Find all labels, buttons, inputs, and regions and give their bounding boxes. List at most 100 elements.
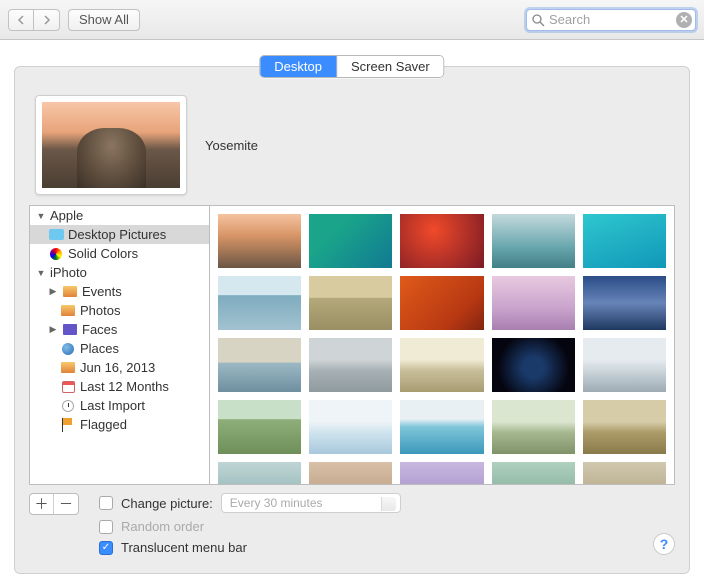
nav-group [8, 9, 60, 31]
wallpaper-thumbnail[interactable] [400, 338, 483, 392]
wallpaper-thumbnail[interactable] [309, 462, 392, 485]
disclosure-right-icon: ▶ [48, 325, 58, 335]
wallpaper-thumbnail[interactable] [309, 338, 392, 392]
wallpaper-thumbnail[interactable] [492, 276, 575, 330]
tab-screensaver[interactable]: Screen Saver [337, 56, 444, 77]
sidebar-item-label: Flagged [80, 417, 127, 432]
add-folder-button[interactable]: ＋ [30, 494, 54, 514]
sidebar-item-label: Last 12 Months [80, 379, 169, 394]
wallpaper-thumbnail[interactable] [309, 214, 392, 268]
chevron-left-icon [17, 15, 25, 25]
sidebar-item-date-album[interactable]: Jun 16, 2013 [30, 358, 209, 377]
album-icon [60, 361, 76, 375]
wallpaper-thumbnail[interactable] [218, 276, 301, 330]
sidebar-item-label: Solid Colors [68, 246, 138, 261]
calendar-icon [60, 380, 76, 394]
album-icon [62, 285, 78, 299]
wallpaper-name-label: Yosemite [205, 138, 258, 153]
translucent-row: ✓ Translucent menu bar [99, 540, 633, 555]
remove-folder-button[interactable]: － [54, 494, 78, 514]
options-column: Change picture: Every 30 minutes ▴▾ Rand… [99, 493, 633, 555]
sidebar-item-events[interactable]: ▶ Events [30, 282, 209, 301]
segmented-tabs: Desktop Screen Saver [259, 55, 444, 78]
sidebar-group-label: iPhoto [50, 265, 87, 280]
sidebar-group-iphoto[interactable]: ▼ iPhoto [30, 263, 209, 282]
wallpaper-thumbnail[interactable] [492, 462, 575, 485]
disclosure-down-icon: ▼ [36, 211, 46, 221]
help-button[interactable]: ? [653, 533, 675, 555]
sidebar-item-last-12-months[interactable]: Last 12 Months [30, 377, 209, 396]
sidebar-item-label: Last Import [80, 398, 145, 413]
sidebar-item-flagged[interactable]: Flagged [30, 415, 209, 434]
folder-icon [48, 228, 64, 242]
wallpaper-thumbnail[interactable] [218, 338, 301, 392]
wallpaper-thumbnail[interactable] [400, 214, 483, 268]
prefpane-panel: Desktop Screen Saver Yosemite ▼ Apple De… [14, 66, 690, 574]
wallpaper-preview-image [42, 102, 180, 188]
wallpaper-thumbnail[interactable] [583, 400, 666, 454]
wallpaper-thumbnail[interactable] [583, 338, 666, 392]
sidebar-item-label: Faces [82, 322, 117, 337]
interval-value: Every 30 minutes [230, 496, 323, 510]
add-remove-group: ＋ － [29, 493, 79, 515]
source-browser: ▼ Apple Desktop Pictures Solid Colors ▼ … [29, 205, 675, 485]
sidebar-item-solid-colors[interactable]: Solid Colors [30, 244, 209, 263]
globe-icon [60, 342, 76, 356]
random-order-row: Random order [99, 519, 633, 534]
random-order-checkbox[interactable] [99, 520, 113, 534]
clock-icon [60, 399, 76, 413]
window-toolbar: Show All ✕ [0, 0, 704, 40]
bottom-controls: ＋ － Change picture: Every 30 minutes ▴▾ … [15, 485, 689, 563]
sidebar-item-label: Desktop Pictures [68, 227, 166, 242]
change-picture-row: Change picture: Every 30 minutes ▴▾ [99, 493, 633, 513]
disclosure-right-icon: ▶ [48, 287, 58, 297]
clear-search-icon[interactable]: ✕ [676, 12, 692, 28]
wallpaper-thumbnail[interactable] [309, 400, 392, 454]
change-picture-label: Change picture: [121, 496, 213, 511]
search-icon [531, 13, 545, 27]
wallpaper-preview-frame [35, 95, 187, 195]
sidebar-item-desktop-pictures[interactable]: Desktop Pictures [30, 225, 209, 244]
wallpaper-thumbnail[interactable] [218, 214, 301, 268]
wallpaper-thumbnail[interactable] [583, 214, 666, 268]
sidebar-item-label: Events [82, 284, 122, 299]
source-sidebar: ▼ Apple Desktop Pictures Solid Colors ▼ … [29, 205, 209, 485]
wallpaper-thumbnail[interactable] [400, 276, 483, 330]
change-picture-checkbox[interactable] [99, 496, 113, 510]
back-button[interactable] [8, 9, 34, 31]
sidebar-group-label: Apple [50, 208, 83, 223]
wallpaper-thumbnail[interactable] [309, 276, 392, 330]
interval-select[interactable]: Every 30 minutes ▴▾ [221, 493, 401, 513]
faces-icon [62, 323, 78, 337]
show-all-button[interactable]: Show All [68, 9, 140, 31]
translucent-checkbox[interactable]: ✓ [99, 541, 113, 555]
sidebar-item-label: Jun 16, 2013 [80, 360, 155, 375]
wallpaper-thumbnail[interactable] [218, 462, 301, 485]
tab-desktop[interactable]: Desktop [260, 56, 337, 77]
sidebar-item-places[interactable]: Places [30, 339, 209, 358]
forward-button[interactable] [34, 9, 60, 31]
sidebar-group-apple[interactable]: ▼ Apple [30, 206, 209, 225]
wallpaper-thumbnail[interactable] [400, 400, 483, 454]
search-field-wrap: ✕ [526, 9, 696, 31]
wallpaper-thumbnail[interactable] [492, 338, 575, 392]
search-input[interactable] [526, 9, 696, 31]
thumbnail-grid [209, 205, 675, 485]
wallpaper-thumbnail[interactable] [400, 462, 483, 485]
sidebar-item-label: Photos [80, 303, 120, 318]
color-wheel-icon [48, 247, 64, 261]
preview-row: Yosemite [15, 67, 689, 205]
wallpaper-thumbnail[interactable] [492, 400, 575, 454]
wallpaper-thumbnail[interactable] [583, 462, 666, 485]
stepper-icon: ▴▾ [389, 497, 393, 511]
sidebar-item-label: Places [80, 341, 119, 356]
sidebar-item-last-import[interactable]: Last Import [30, 396, 209, 415]
sidebar-item-photos[interactable]: Photos [30, 301, 209, 320]
translucent-label: Translucent menu bar [121, 540, 247, 555]
wallpaper-thumbnail[interactable] [583, 276, 666, 330]
wallpaper-thumbnail[interactable] [492, 214, 575, 268]
disclosure-down-icon: ▼ [36, 268, 46, 278]
sidebar-item-faces[interactable]: ▶ Faces [30, 320, 209, 339]
wallpaper-thumbnail[interactable] [218, 400, 301, 454]
random-order-label: Random order [121, 519, 204, 534]
